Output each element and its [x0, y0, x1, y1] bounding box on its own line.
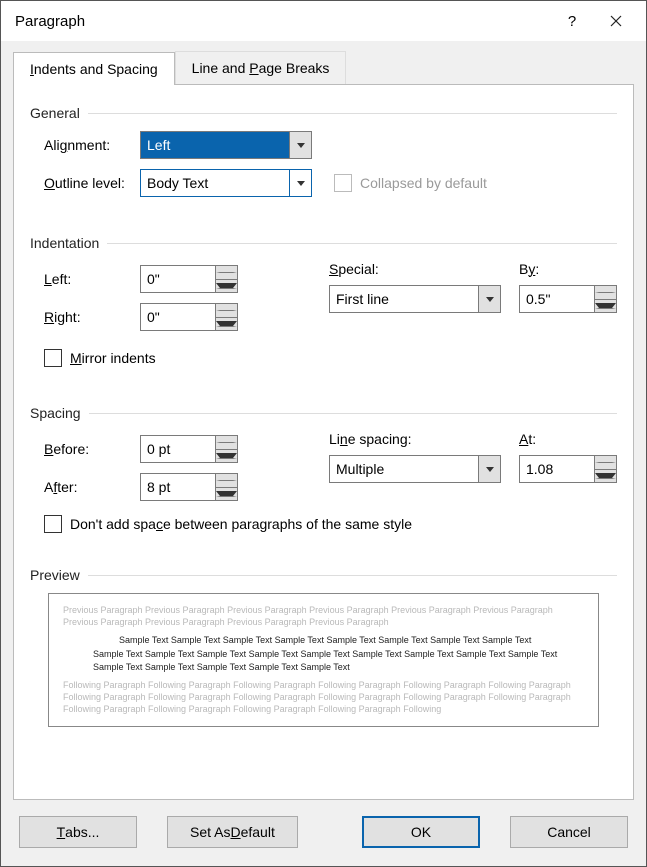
after-value: 8 pt — [141, 474, 215, 500]
spin-down-button[interactable] — [216, 280, 237, 293]
line-spacing-dropdown-button[interactable] — [478, 456, 500, 482]
tab-strip: Indents and Spacing Line and Page Breaks — [13, 51, 634, 84]
spin-up-button[interactable] — [216, 304, 237, 318]
help-button[interactable]: ? — [550, 6, 594, 36]
chevron-down-icon — [486, 467, 494, 472]
spin-up-button[interactable] — [595, 456, 616, 470]
spin-down-button[interactable] — [216, 488, 237, 501]
triangle-down-icon — [216, 453, 237, 459]
spin-up-button[interactable] — [216, 436, 237, 450]
triangle-up-icon — [216, 442, 237, 443]
after-spinner[interactable]: 8 pt — [140, 473, 238, 501]
indent-right-value: 0" — [141, 304, 215, 330]
dialog-body: Indents and Spacing Line and Page Breaks… — [1, 41, 646, 866]
chevron-down-icon — [297, 143, 305, 148]
at-spinner[interactable]: 1.08 — [519, 455, 617, 483]
line-spacing-select[interactable]: Multiple — [329, 455, 501, 483]
tabs-button[interactable]: Tabs... — [19, 816, 137, 848]
triangle-up-icon — [216, 480, 237, 481]
special-dropdown-button[interactable] — [478, 286, 500, 312]
preview-sample: Sample Text Sample Text Sample Text Samp… — [93, 634, 584, 646]
outline-label: Outline level: — [30, 175, 140, 191]
cancel-button[interactable]: Cancel — [510, 816, 628, 848]
button-row: Tabs... Set As Default OK Cancel — [13, 800, 634, 854]
alignment-label: Alignment: — [30, 137, 140, 153]
ok-button[interactable]: OK — [362, 816, 480, 848]
indent-right-label: Right: — [30, 309, 140, 325]
special-select[interactable]: First line — [329, 285, 501, 313]
close-button[interactable] — [594, 6, 638, 36]
spin-up-button[interactable] — [216, 266, 237, 280]
no-add-space-label: Don't add space between paragraphs of th… — [70, 516, 412, 532]
outline-select[interactable]: Body Text — [140, 169, 312, 197]
spin-down-button[interactable] — [216, 318, 237, 331]
group-preview: Preview — [30, 567, 617, 583]
triangle-down-icon — [216, 283, 237, 289]
dialog-title: Paragraph — [15, 13, 550, 30]
before-label: Before: — [30, 441, 140, 457]
after-label: After: — [30, 479, 140, 495]
spin-down-button[interactable] — [595, 300, 616, 313]
special-value: First line — [330, 286, 478, 312]
alignment-dropdown-button[interactable] — [289, 132, 311, 158]
collapsed-checkbox — [334, 174, 352, 192]
preview-following: Following Paragraph Following Paragraph … — [63, 679, 584, 715]
tab-indents-spacing[interactable]: Indents and Spacing — [13, 52, 175, 85]
triangle-down-icon — [216, 491, 237, 497]
close-icon — [610, 15, 622, 27]
by-value: 0.5" — [520, 286, 594, 312]
preview-sample: Sample Text Sample Text Sample Text Samp… — [93, 648, 584, 672]
by-spinner[interactable]: 0.5" — [519, 285, 617, 313]
at-label: At: — [519, 431, 617, 447]
triangle-down-icon — [595, 473, 616, 479]
mirror-indents-label: Mirror indents — [70, 350, 156, 366]
alignment-select[interactable]: Left — [140, 131, 312, 159]
line-spacing-label: Line spacing: — [329, 431, 501, 447]
chevron-down-icon — [486, 297, 494, 302]
alignment-value: Left — [141, 132, 289, 158]
line-spacing-value: Multiple — [330, 456, 478, 482]
outline-value: Body Text — [141, 170, 289, 196]
set-default-button[interactable]: Set As Default — [167, 816, 298, 848]
mirror-indents-checkbox[interactable] — [44, 349, 62, 367]
by-label: By: — [519, 261, 617, 277]
tab-line-page-breaks[interactable]: Line and Page Breaks — [175, 51, 347, 84]
triangle-up-icon — [595, 292, 616, 293]
before-value: 0 pt — [141, 436, 215, 462]
titlebar: Paragraph ? — [1, 1, 646, 41]
indent-left-spinner[interactable]: 0" — [140, 265, 238, 293]
collapsed-label: Collapsed by default — [360, 175, 487, 191]
before-spinner[interactable]: 0 pt — [140, 435, 238, 463]
spin-down-button[interactable] — [595, 470, 616, 483]
spin-up-button[interactable] — [216, 474, 237, 488]
indent-left-label: Left: — [30, 271, 140, 287]
triangle-down-icon — [595, 303, 616, 309]
chevron-down-icon — [297, 181, 305, 186]
triangle-down-icon — [216, 321, 237, 327]
group-spacing: Spacing — [30, 405, 617, 421]
indent-left-value: 0" — [141, 266, 215, 292]
spin-up-button[interactable] — [595, 286, 616, 300]
triangle-up-icon — [216, 310, 237, 311]
at-value: 1.08 — [520, 456, 594, 482]
group-indentation: Indentation — [30, 235, 617, 251]
group-general: General — [30, 105, 617, 121]
outline-dropdown-button[interactable] — [289, 170, 311, 196]
spin-down-button[interactable] — [216, 450, 237, 463]
preview-previous: Previous Paragraph Previous Paragraph Pr… — [63, 604, 584, 628]
triangle-up-icon — [216, 272, 237, 273]
special-label: Special: — [329, 261, 501, 277]
indent-right-spinner[interactable]: 0" — [140, 303, 238, 331]
no-add-space-checkbox[interactable] — [44, 515, 62, 533]
preview-box: Previous Paragraph Previous Paragraph Pr… — [48, 593, 599, 727]
triangle-up-icon — [595, 462, 616, 463]
tab-panel: General Alignment: Left Outline level: B… — [13, 84, 634, 800]
